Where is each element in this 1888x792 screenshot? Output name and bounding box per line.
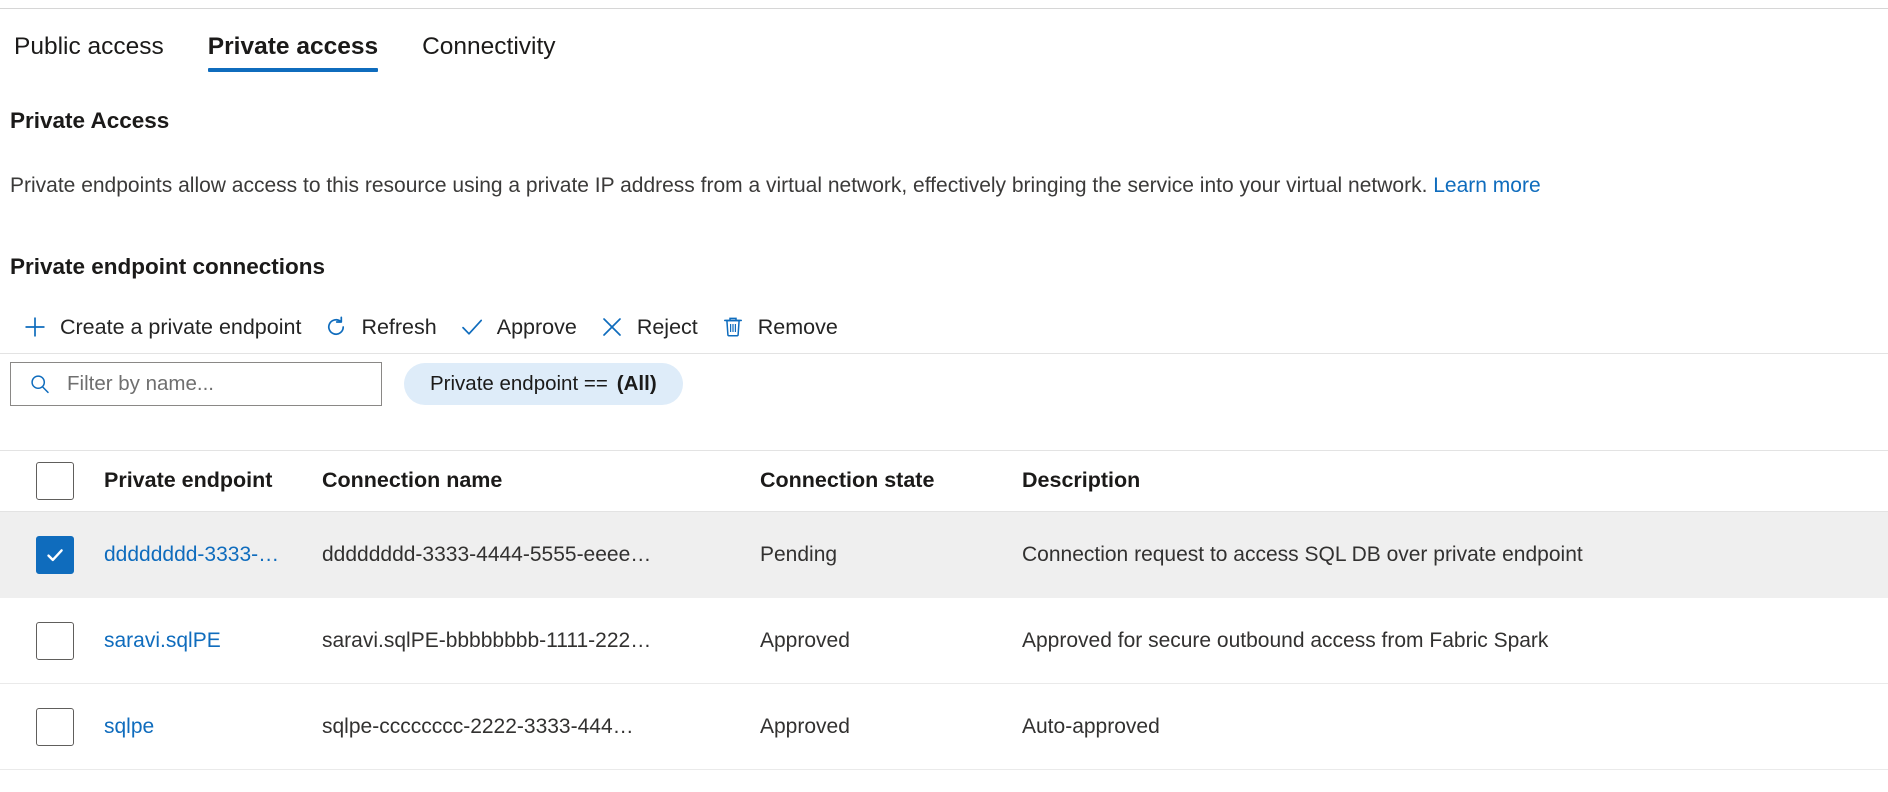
cell-connection-state: Pending [760,542,838,566]
filter-pill-value: (All) [616,372,657,395]
tab-strip: Public access Private access Connectivit… [0,28,1888,86]
tab-connectivity-label: Connectivity [422,33,556,60]
search-icon [29,373,51,395]
page-title: Private Access [10,108,170,133]
refresh-label: Refresh [361,315,437,339]
search-box[interactable] [10,362,382,406]
checkmark-icon [459,314,485,340]
tab-private-access-label: Private access [207,33,379,60]
select-all-cell [0,461,104,500]
table-row[interactable]: saravi.sqlPE saravi.sqlPE-bbbbbbbb-1111-… [0,598,1888,684]
private-access-panel: Public access Private access Connectivit… [0,0,1888,792]
refresh-icon [323,314,349,340]
tab-public-access[interactable]: Public access [12,28,186,82]
remove-button[interactable]: Remove [712,310,852,344]
table-header-row: Private endpoint Connection name Connect… [0,450,1888,512]
refresh-button[interactable]: Refresh [315,310,450,344]
approve-label: Approve [496,315,577,339]
top-divider [0,8,1888,9]
row-select-cell [0,621,104,660]
approve-button[interactable]: Approve [451,310,591,344]
create-private-endpoint-button[interactable]: Create a private endpoint [14,310,315,344]
table-top-divider [0,450,1888,451]
column-header-connection-name[interactable]: Connection name [322,468,760,493]
remove-label: Remove [757,315,838,339]
row-checkbox[interactable] [36,535,74,574]
private-endpoint-connections-table: Private endpoint Connection name Connect… [0,450,1888,770]
learn-more-link[interactable]: Learn more [1433,174,1540,197]
command-bar: Create a private endpoint Refresh Approv… [14,305,852,349]
cell-connection-state: Approved [760,628,850,652]
section-description-text: Private endpoints allow access to this r… [10,174,1428,197]
table-row[interactable]: dddddddd-3333-… dddddddd-3333-4444-5555-… [0,512,1888,598]
row-select-cell [0,535,104,574]
tab-connectivity[interactable]: Connectivity [400,28,577,82]
trash-icon [720,314,746,340]
select-all-checkbox[interactable] [36,461,74,500]
cell-private-endpoint[interactable]: dddddddd-3333-… [104,541,322,569]
reject-button[interactable]: Reject [591,310,712,344]
search-input[interactable] [65,371,355,397]
table-row[interactable]: sqlpe sqlpe-cccccccc-2222-3333-444… Appr… [0,684,1888,770]
filter-pill-key: Private endpoint == [430,372,608,395]
cell-connection-state: Approved [760,714,850,738]
column-header-description[interactable]: Description [1022,468,1888,493]
filter-divider [0,353,1888,354]
tab-public-access-label: Public access [14,33,164,60]
create-private-endpoint-label: Create a private endpoint [60,315,302,339]
cell-description: Auto-approved [1022,714,1160,738]
column-header-private-endpoint[interactable]: Private endpoint [104,468,322,493]
filter-pill-private-endpoint[interactable]: Private endpoint == (All) [404,363,683,405]
reject-label: Reject [636,315,698,339]
list-title: Private endpoint connections [10,254,326,279]
cell-private-endpoint[interactable]: saravi.sqlPE [104,627,322,655]
cell-private-endpoint[interactable]: sqlpe [104,713,322,741]
cell-description: Connection request to access SQL DB over… [1022,542,1583,566]
row-select-cell [0,707,104,746]
column-header-connection-state[interactable]: Connection state [760,468,1022,493]
row-checkbox[interactable] [36,707,74,746]
filter-bar: Private endpoint == (All) [10,362,683,406]
section-description: Private endpoints allow access to this r… [10,172,1541,200]
cell-connection-name: dddddddd-3333-4444-5555-eeee… [322,542,652,566]
cell-connection-name: sqlpe-cccccccc-2222-3333-444… [322,714,634,738]
cell-description: Approved for secure outbound access from… [1022,628,1549,652]
tab-private-access[interactable]: Private access [186,28,400,82]
plus-icon [22,314,48,340]
row-checkbox[interactable] [36,621,74,660]
cell-connection-name: saravi.sqlPE-bbbbbbbb-1111-222… [322,628,652,652]
close-x-icon [599,314,625,340]
